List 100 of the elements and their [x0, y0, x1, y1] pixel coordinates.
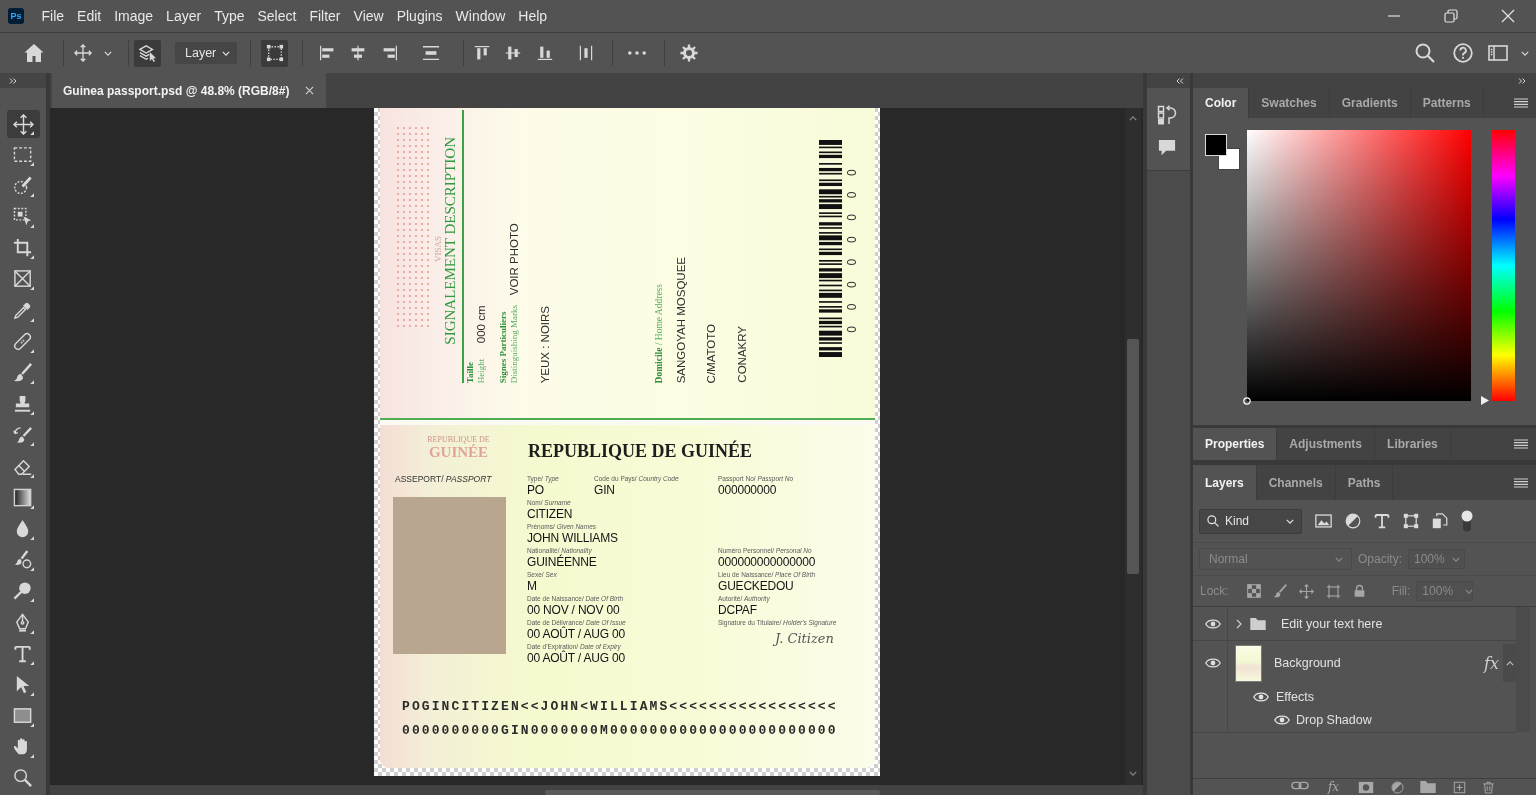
type-icon[interactable] [1374, 513, 1390, 529]
checkerboard-icon[interactable] [1246, 584, 1261, 598]
section-heading: SIGNALEMENT DESCRIPTION [443, 137, 458, 345]
eye-icon[interactable] [1274, 715, 1290, 725]
tool-button[interactable] [7, 110, 40, 138]
align-bottom-icon[interactable] [537, 44, 553, 62]
shape-filter-icon[interactable] [1403, 513, 1419, 529]
smart-object-icon[interactable] [1432, 513, 1448, 529]
close-icon[interactable] [1500, 9, 1515, 23]
align-right-icon[interactable] [382, 44, 398, 62]
eyedropper-icon [13, 300, 34, 322]
link-icon[interactable] [1291, 781, 1309, 790]
scroll-up-icon[interactable] [1129, 116, 1137, 121]
document-tab[interactable]: Guinea passport.psd @ 48.8% (RGB/8#) [52, 73, 327, 108]
caret-icon[interactable] [104, 50, 112, 56]
panel-tab[interactable]: Gradients [1329, 88, 1411, 118]
menu-item[interactable]: View [347, 6, 391, 26]
eye-icon[interactable] [1253, 691, 1269, 702]
chevron-icon[interactable] [1236, 618, 1242, 629]
restore-icon[interactable] [1443, 9, 1458, 23]
menu-item[interactable]: Filter [302, 6, 348, 26]
plus-square-icon[interactable] [1452, 781, 1466, 794]
color-swatches-icon[interactable] [1205, 134, 1241, 171]
fx-button[interactable]: fx [1325, 781, 1342, 793]
eye-icon[interactable] [1204, 618, 1221, 629]
half-circle-icon[interactable] [1345, 513, 1361, 529]
double-chevron-icon[interactable] [1176, 77, 1184, 84]
distribute-icon[interactable] [578, 44, 594, 62]
layer-name[interactable]: Edit your text here [1281, 616, 1383, 631]
menu-item[interactable]: Plugins [390, 6, 450, 26]
move-icon [13, 113, 34, 135]
panel-tab[interactable]: Swatches [1249, 88, 1330, 118]
eye-icon[interactable] [1204, 658, 1221, 668]
trash-icon[interactable] [1482, 781, 1495, 794]
ring-icon[interactable] [1243, 397, 1251, 405]
triangle-marker-icon[interactable] [1481, 396, 1489, 405]
settings-icon[interactable] [680, 44, 698, 62]
search-icon[interactable] [1415, 43, 1435, 63]
close-icon[interactable] [305, 86, 315, 95]
help-icon[interactable] [1453, 43, 1473, 63]
panel-tab[interactable]: Color [1193, 88, 1250, 118]
panel-tab[interactable]: Channels [1256, 465, 1336, 500]
hue-slider-track[interactable] [1492, 130, 1515, 401]
panel-menu-icon[interactable] [1514, 439, 1528, 449]
workspace-icon[interactable] [1488, 45, 1508, 61]
filter-toggle-icon[interactable] [1461, 510, 1473, 532]
distribute-icon[interactable] [422, 44, 440, 62]
half-circle-icon[interactable] [1390, 781, 1404, 794]
panel-tab[interactable]: Paths [1335, 465, 1394, 500]
home-icon[interactable] [24, 43, 44, 63]
mask-icon[interactable] [1358, 781, 1374, 794]
field-value: 000000000 [718, 483, 777, 498]
caret-icon[interactable] [1521, 50, 1529, 56]
menu-item[interactable]: Help [511, 6, 554, 26]
scroll-down-icon[interactable] [1129, 771, 1137, 776]
scrollbar-thumb[interactable] [1127, 339, 1139, 574]
more-icon[interactable] [628, 51, 646, 55]
field-value: 00 NOV / NOV 00 [527, 603, 620, 618]
menu-item[interactable]: Window [449, 6, 512, 26]
comment-icon[interactable] [1157, 139, 1177, 157]
menu-item[interactable]: Layer [159, 6, 208, 26]
image-filter-icon[interactable] [1315, 514, 1332, 528]
move-icon[interactable] [1298, 583, 1314, 599]
folder-icon[interactable] [1420, 781, 1436, 793]
panel-tab[interactable]: Properties [1193, 428, 1278, 460]
layer-name[interactable]: Background [1274, 656, 1341, 670]
lock-icon[interactable] [1352, 584, 1366, 598]
effect-name[interactable]: Drop Shadow [1296, 713, 1372, 727]
panel-tab[interactable]: Patterns [1410, 88, 1484, 118]
align-left-icon[interactable] [319, 44, 335, 62]
menu-item[interactable]: Type [207, 6, 251, 26]
brush-icon[interactable] [1272, 584, 1287, 598]
artboard-icon[interactable] [1325, 583, 1341, 599]
caret-icon [1335, 556, 1343, 562]
transform-controls-button[interactable] [261, 39, 288, 67]
menu-item[interactable]: Edit [70, 6, 108, 26]
effects-label[interactable]: Effects [1276, 689, 1314, 704]
auto-select-button[interactable] [134, 39, 161, 67]
field-value: 000 cm [475, 305, 487, 344]
align-middle-icon[interactable] [505, 44, 521, 62]
move-icon[interactable] [74, 44, 92, 62]
target-dropdown[interactable]: Layer [175, 42, 237, 64]
address-line: SANGOYAH MOSQUEE [675, 256, 687, 383]
menu-item[interactable]: Select [251, 6, 303, 26]
emblem-text: REPUBLIQUE DE [427, 435, 490, 444]
field-label: Distinguishing Marks [509, 304, 519, 383]
effects-indicator[interactable]: fx [1484, 653, 1499, 673]
filter-kind-dropdown[interactable]: Kind [1199, 508, 1302, 534]
menu-item[interactable]: File [35, 6, 71, 26]
caret-icon [1452, 556, 1460, 562]
align-top-icon[interactable] [474, 44, 490, 62]
menu-item[interactable]: Image [107, 6, 160, 26]
minimize-icon[interactable] [1387, 15, 1400, 17]
align-center-icon[interactable] [350, 44, 366, 62]
panel-tab[interactable]: Layers [1193, 465, 1257, 500]
double-chevron-icon[interactable] [9, 77, 17, 84]
history-icon[interactable] [1157, 105, 1177, 125]
panel-menu-icon[interactable] [1514, 477, 1528, 488]
double-chevron-icon[interactable] [1518, 77, 1526, 84]
panel-menu-icon[interactable] [1514, 98, 1528, 108]
